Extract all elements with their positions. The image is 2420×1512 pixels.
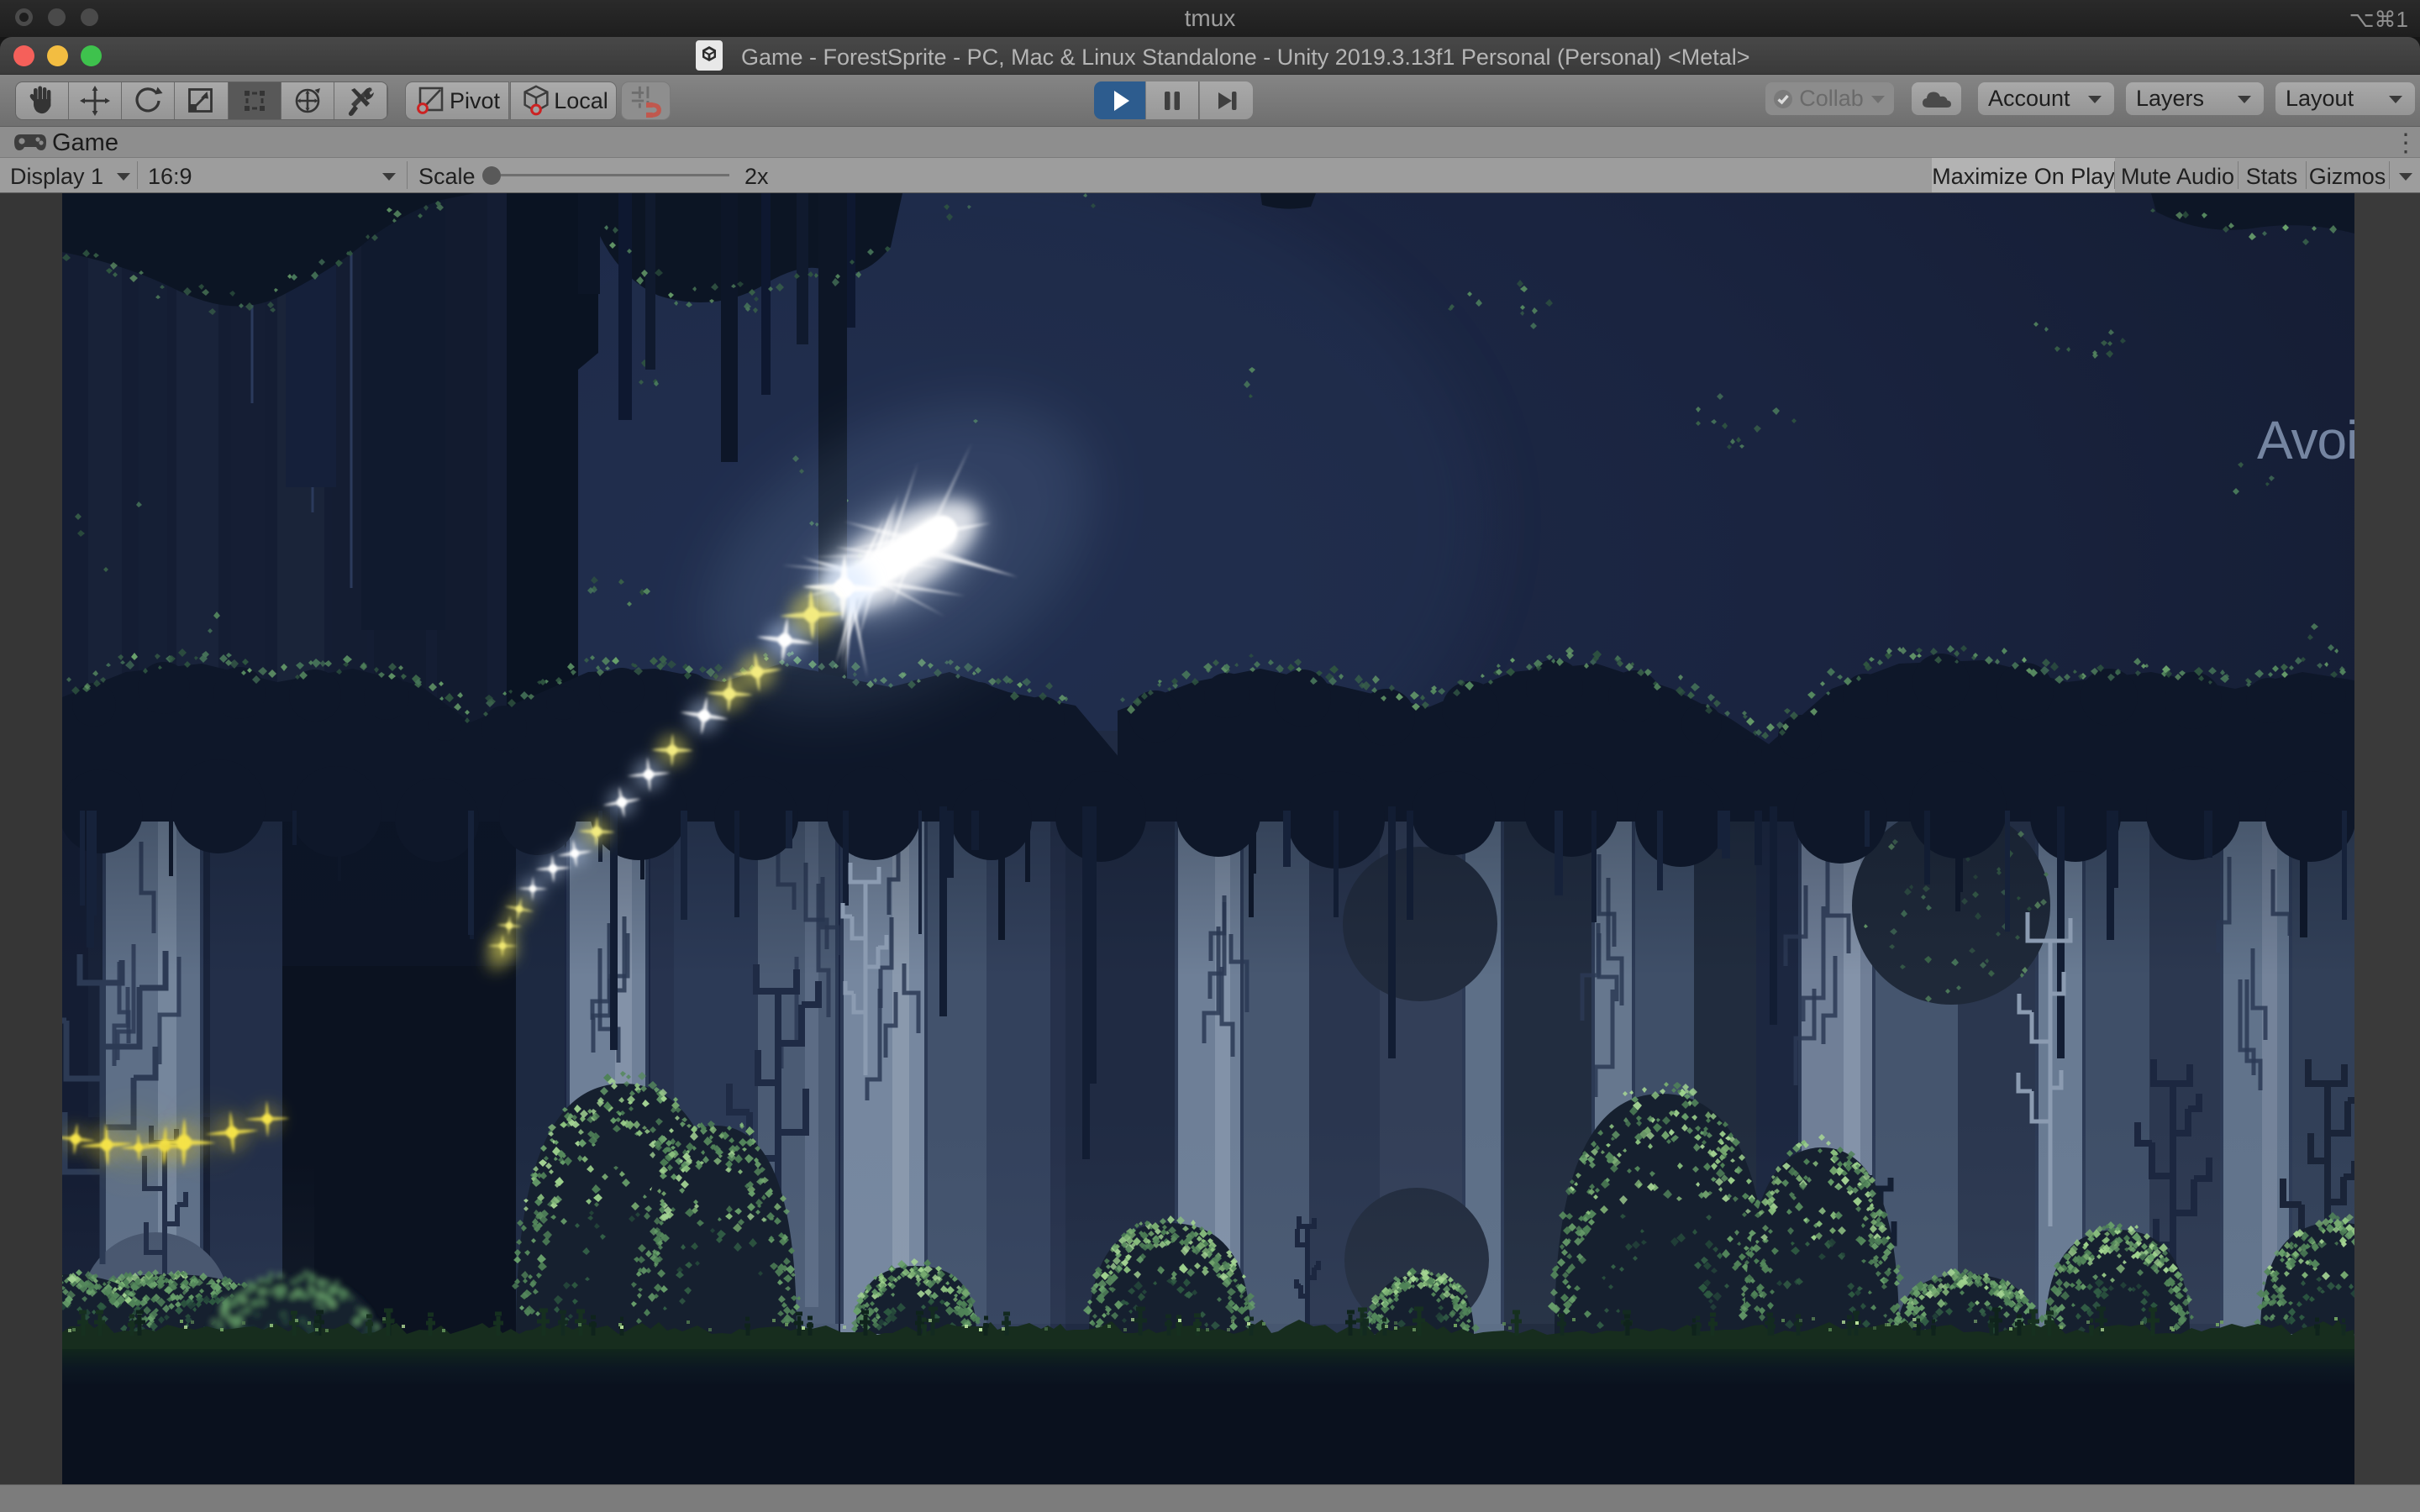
svg-text:Avoid: Avoid (2257, 410, 2354, 470)
